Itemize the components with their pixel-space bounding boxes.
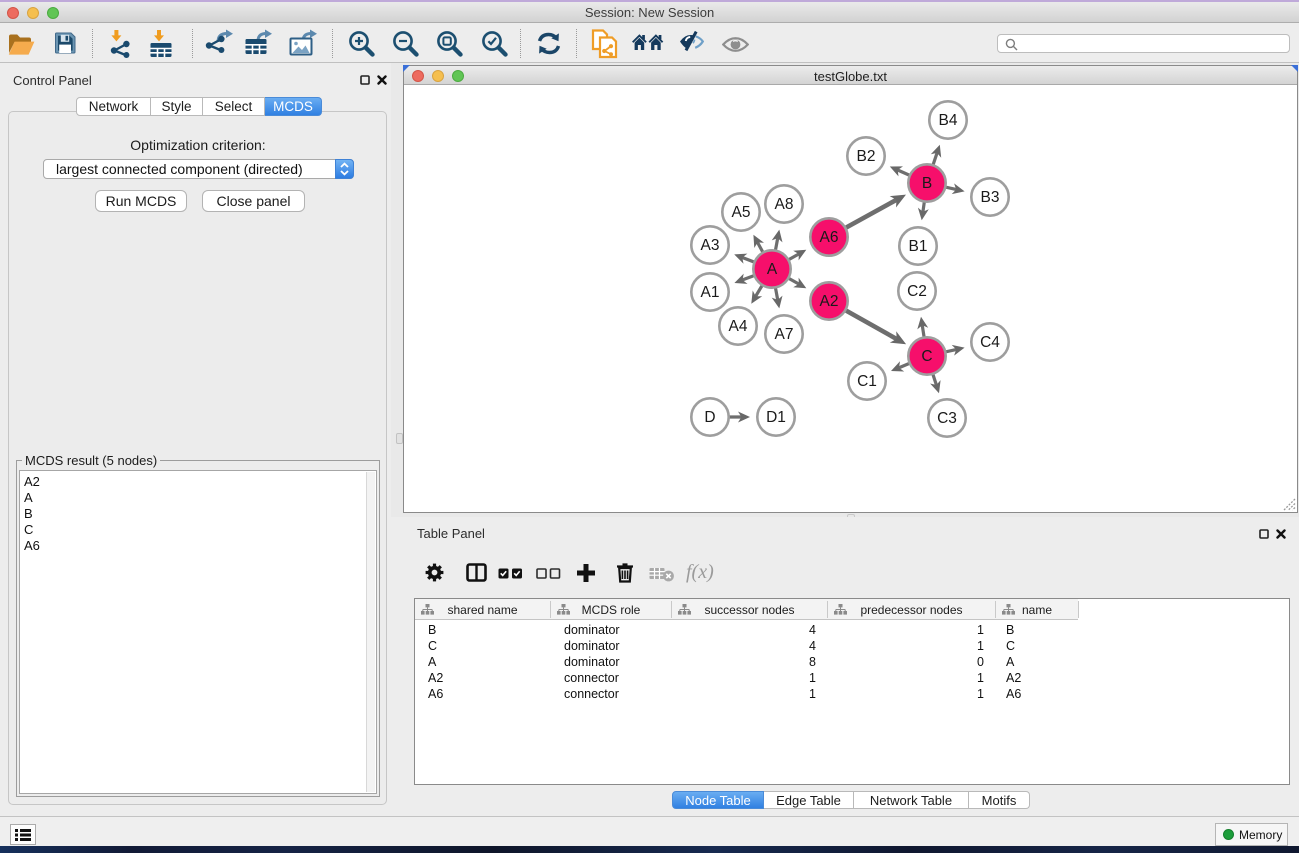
svg-text:D: D	[704, 409, 715, 426]
svg-text:A7: A7	[775, 326, 794, 343]
svg-text:A4: A4	[729, 318, 748, 335]
svg-text:A8: A8	[775, 196, 794, 213]
svg-text:C2: C2	[907, 283, 927, 300]
svg-text:C: C	[921, 348, 932, 365]
svg-text:B1: B1	[909, 238, 928, 255]
svg-text:B4: B4	[939, 112, 958, 129]
svg-text:C3: C3	[937, 410, 957, 427]
svg-text:A3: A3	[701, 237, 720, 254]
svg-text:B3: B3	[981, 189, 1000, 206]
svg-text:A6: A6	[820, 229, 839, 246]
svg-text:D1: D1	[766, 409, 786, 426]
svg-text:B: B	[922, 175, 932, 192]
svg-text:A2: A2	[820, 293, 839, 310]
svg-text:B2: B2	[857, 148, 876, 165]
svg-text:C4: C4	[980, 334, 1000, 351]
svg-text:A5: A5	[732, 204, 751, 221]
svg-text:A1: A1	[701, 284, 720, 301]
svg-text:C1: C1	[857, 373, 877, 390]
svg-text:A: A	[767, 261, 778, 278]
